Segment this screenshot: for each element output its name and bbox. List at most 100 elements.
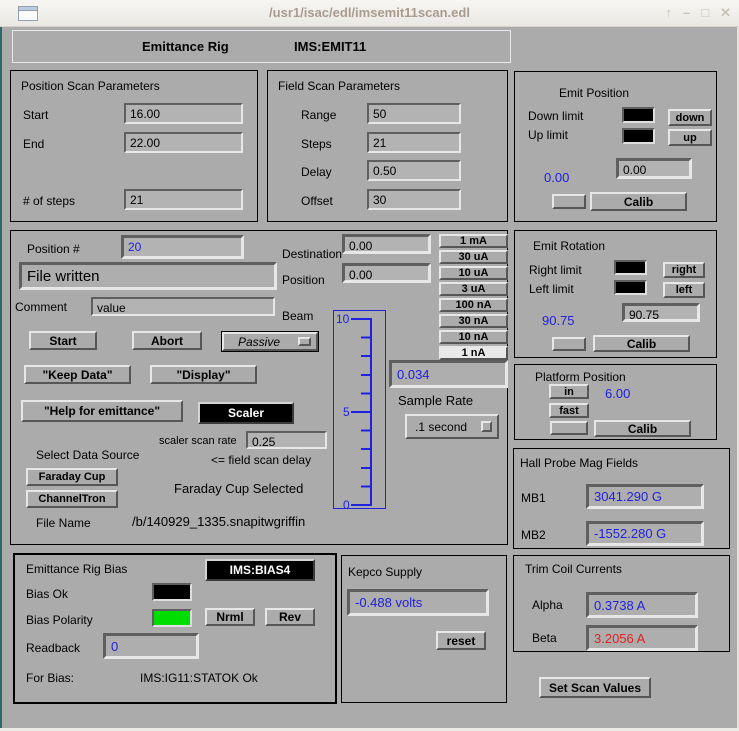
titlebar: /usr1/isac/edl/imsemit11scan.edl ↑ – □ ✕ [0,0,739,27]
platform-blank-button[interactable] [550,421,588,435]
num-steps-input[interactable] [126,192,241,209]
emit-rotation-calib-button[interactable]: Calib [593,335,690,352]
rev-button[interactable]: Rev [265,608,315,626]
emit-position-calib-button[interactable]: Calib [590,192,687,211]
set-scan-values-button[interactable]: Set Scan Values [539,677,651,698]
left-limit-label: Left limit [529,282,574,296]
gauge-major-tick-top [351,318,370,320]
range-button-30na[interactable]: 30 nA [439,314,508,328]
window-minimize-icon[interactable]: – [683,5,690,21]
steps-field[interactable] [367,132,461,153]
sample-rate-label: Sample Rate [398,394,473,408]
range-button-100na[interactable]: 100 nA [439,298,508,312]
down-limit-indicator [622,107,655,123]
faraday-cup-button[interactable]: Faraday Cup [26,468,118,486]
trim-title: Trim Coil Currents [525,562,622,576]
steps-label: Steps [301,137,332,151]
destination-field[interactable] [342,234,431,254]
num-steps-field[interactable] [124,189,243,210]
position-number-input[interactable] [124,238,241,256]
destination-input[interactable] [345,239,428,253]
mb1-display: 3041.290 G [586,484,704,509]
right-limit-indicator [614,260,647,275]
in-button[interactable]: in [549,384,589,399]
scan-mode-menu[interactable]: Passive [221,331,319,352]
emit-position-blank-button[interactable] [552,194,586,209]
readback-label: Readback [26,641,80,655]
scaler-rate-input[interactable] [248,435,325,449]
reset-button[interactable]: reset [436,631,486,650]
emit-position-readback: 0.00 [544,171,569,185]
position-number-label: Position # [27,242,80,256]
delay-input[interactable] [369,163,459,180]
start-button[interactable]: Start [29,331,97,350]
range-input[interactable] [369,106,459,123]
gauge-min-label: 0 [343,498,350,512]
scaler-rate-label: scaler scan rate [159,434,237,448]
emit-rotation-setpoint-input[interactable] [625,309,697,322]
mb2-value: -1552.280 G [594,526,666,541]
window-rollup-icon[interactable]: ↑ [666,5,673,21]
left-button[interactable]: left [663,282,705,298]
emit-position-setpoint-field[interactable] [616,158,692,179]
steps-input[interactable] [369,135,459,152]
range-button-3ua[interactable]: 3 uA [439,282,508,296]
sample-rate-menu[interactable]: .1 second [405,414,499,439]
down-button[interactable]: down [668,109,712,126]
position2-field[interactable] [342,263,431,283]
beam-gauge: 10 5 0 [333,310,386,509]
gauge-mid-label: 5 [343,405,350,419]
start-field[interactable] [124,103,243,124]
scaler-button[interactable]: Scaler [198,402,294,424]
platform-calib-button[interactable]: Calib [594,420,691,437]
bias-panel: Emittance Rig Bias IMS:BIAS4 Bias Ok Bia… [13,553,337,704]
up-button[interactable]: up [668,129,712,146]
left-limit-indicator [614,280,647,295]
gauge-axis-line [370,318,372,506]
help-button[interactable]: "Help for emittance" [21,400,183,422]
fast-button[interactable]: fast [549,403,589,418]
comment-input[interactable] [93,301,273,316]
gauge-max-label: 10 [336,312,349,326]
down-limit-label: Down limit [528,109,583,123]
range-button-10na[interactable]: 10 nA [439,330,508,344]
window-title: /usr1/isac/edl/imsemit11scan.edl [0,6,739,20]
end-input[interactable] [126,135,241,152]
delay-field[interactable] [367,160,461,181]
emit-rotation-setpoint-field[interactable] [622,303,700,322]
range-button-1na[interactable]: 1 nA [439,346,508,360]
position2-input[interactable] [345,268,428,282]
end-label: End [23,137,44,151]
scaler-rate-field[interactable] [246,431,327,449]
range-button-1ma[interactable]: 1 mA [439,234,508,248]
kepco-title: Kepco Supply [348,565,422,579]
display-button[interactable]: "Display" [150,365,257,384]
alpha-value: 0.3738 A [594,598,645,613]
keep-data-button[interactable]: "Keep Data" [24,365,131,384]
emit-position-setpoint-input[interactable] [619,163,689,178]
range-label: Range [301,108,336,122]
offset-field[interactable] [367,189,461,210]
bias-title: Emittance Rig Bias [26,562,127,576]
gauge-major-tick-mid [351,411,370,413]
range-field[interactable] [367,103,461,124]
right-button[interactable]: right [663,262,705,278]
window-maximize-icon[interactable]: □ [701,5,709,21]
channeltron-button[interactable]: ChannelTron [26,490,118,508]
comment-field[interactable] [91,297,275,316]
window-close-icon[interactable]: ✕ [720,5,731,21]
abort-button[interactable]: Abort [132,331,202,350]
file-name-label: File Name [36,516,91,530]
nrml-button[interactable]: Nrml [205,608,255,626]
position-number-field[interactable] [121,235,244,259]
bias-device-button[interactable]: IMS:BIAS4 [205,559,315,581]
range-button-30ua[interactable]: 30 uA [439,250,508,264]
range-button-10ua[interactable]: 10 uA [439,266,508,280]
emit-rotation-blank-button[interactable] [552,337,586,351]
position-scan-panel: Position Scan Parameters Start End # of … [10,70,258,222]
scan-status-text: File written [27,268,100,285]
mb2-label: MB2 [521,528,546,542]
end-field[interactable] [124,132,243,153]
start-input[interactable] [126,106,241,123]
offset-input[interactable] [369,192,459,209]
